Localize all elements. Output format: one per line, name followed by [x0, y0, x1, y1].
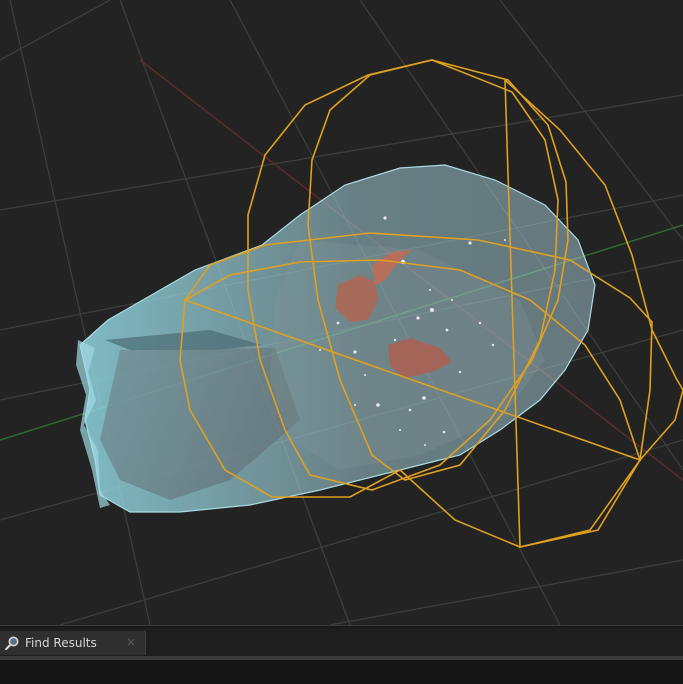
close-tab-icon[interactable]: ×	[126, 635, 136, 649]
3d-viewport[interactable]	[0, 0, 683, 625]
panel-tab-strip: Find Results ×	[0, 628, 683, 656]
find-results-panel-body	[0, 660, 683, 684]
search-icon	[5, 636, 19, 651]
bottom-panel: Find Results ×	[0, 625, 683, 684]
viewport-scene	[0, 0, 683, 625]
tab-find-results[interactable]: Find Results ×	[0, 631, 146, 655]
tab-label: Find Results	[25, 636, 97, 650]
